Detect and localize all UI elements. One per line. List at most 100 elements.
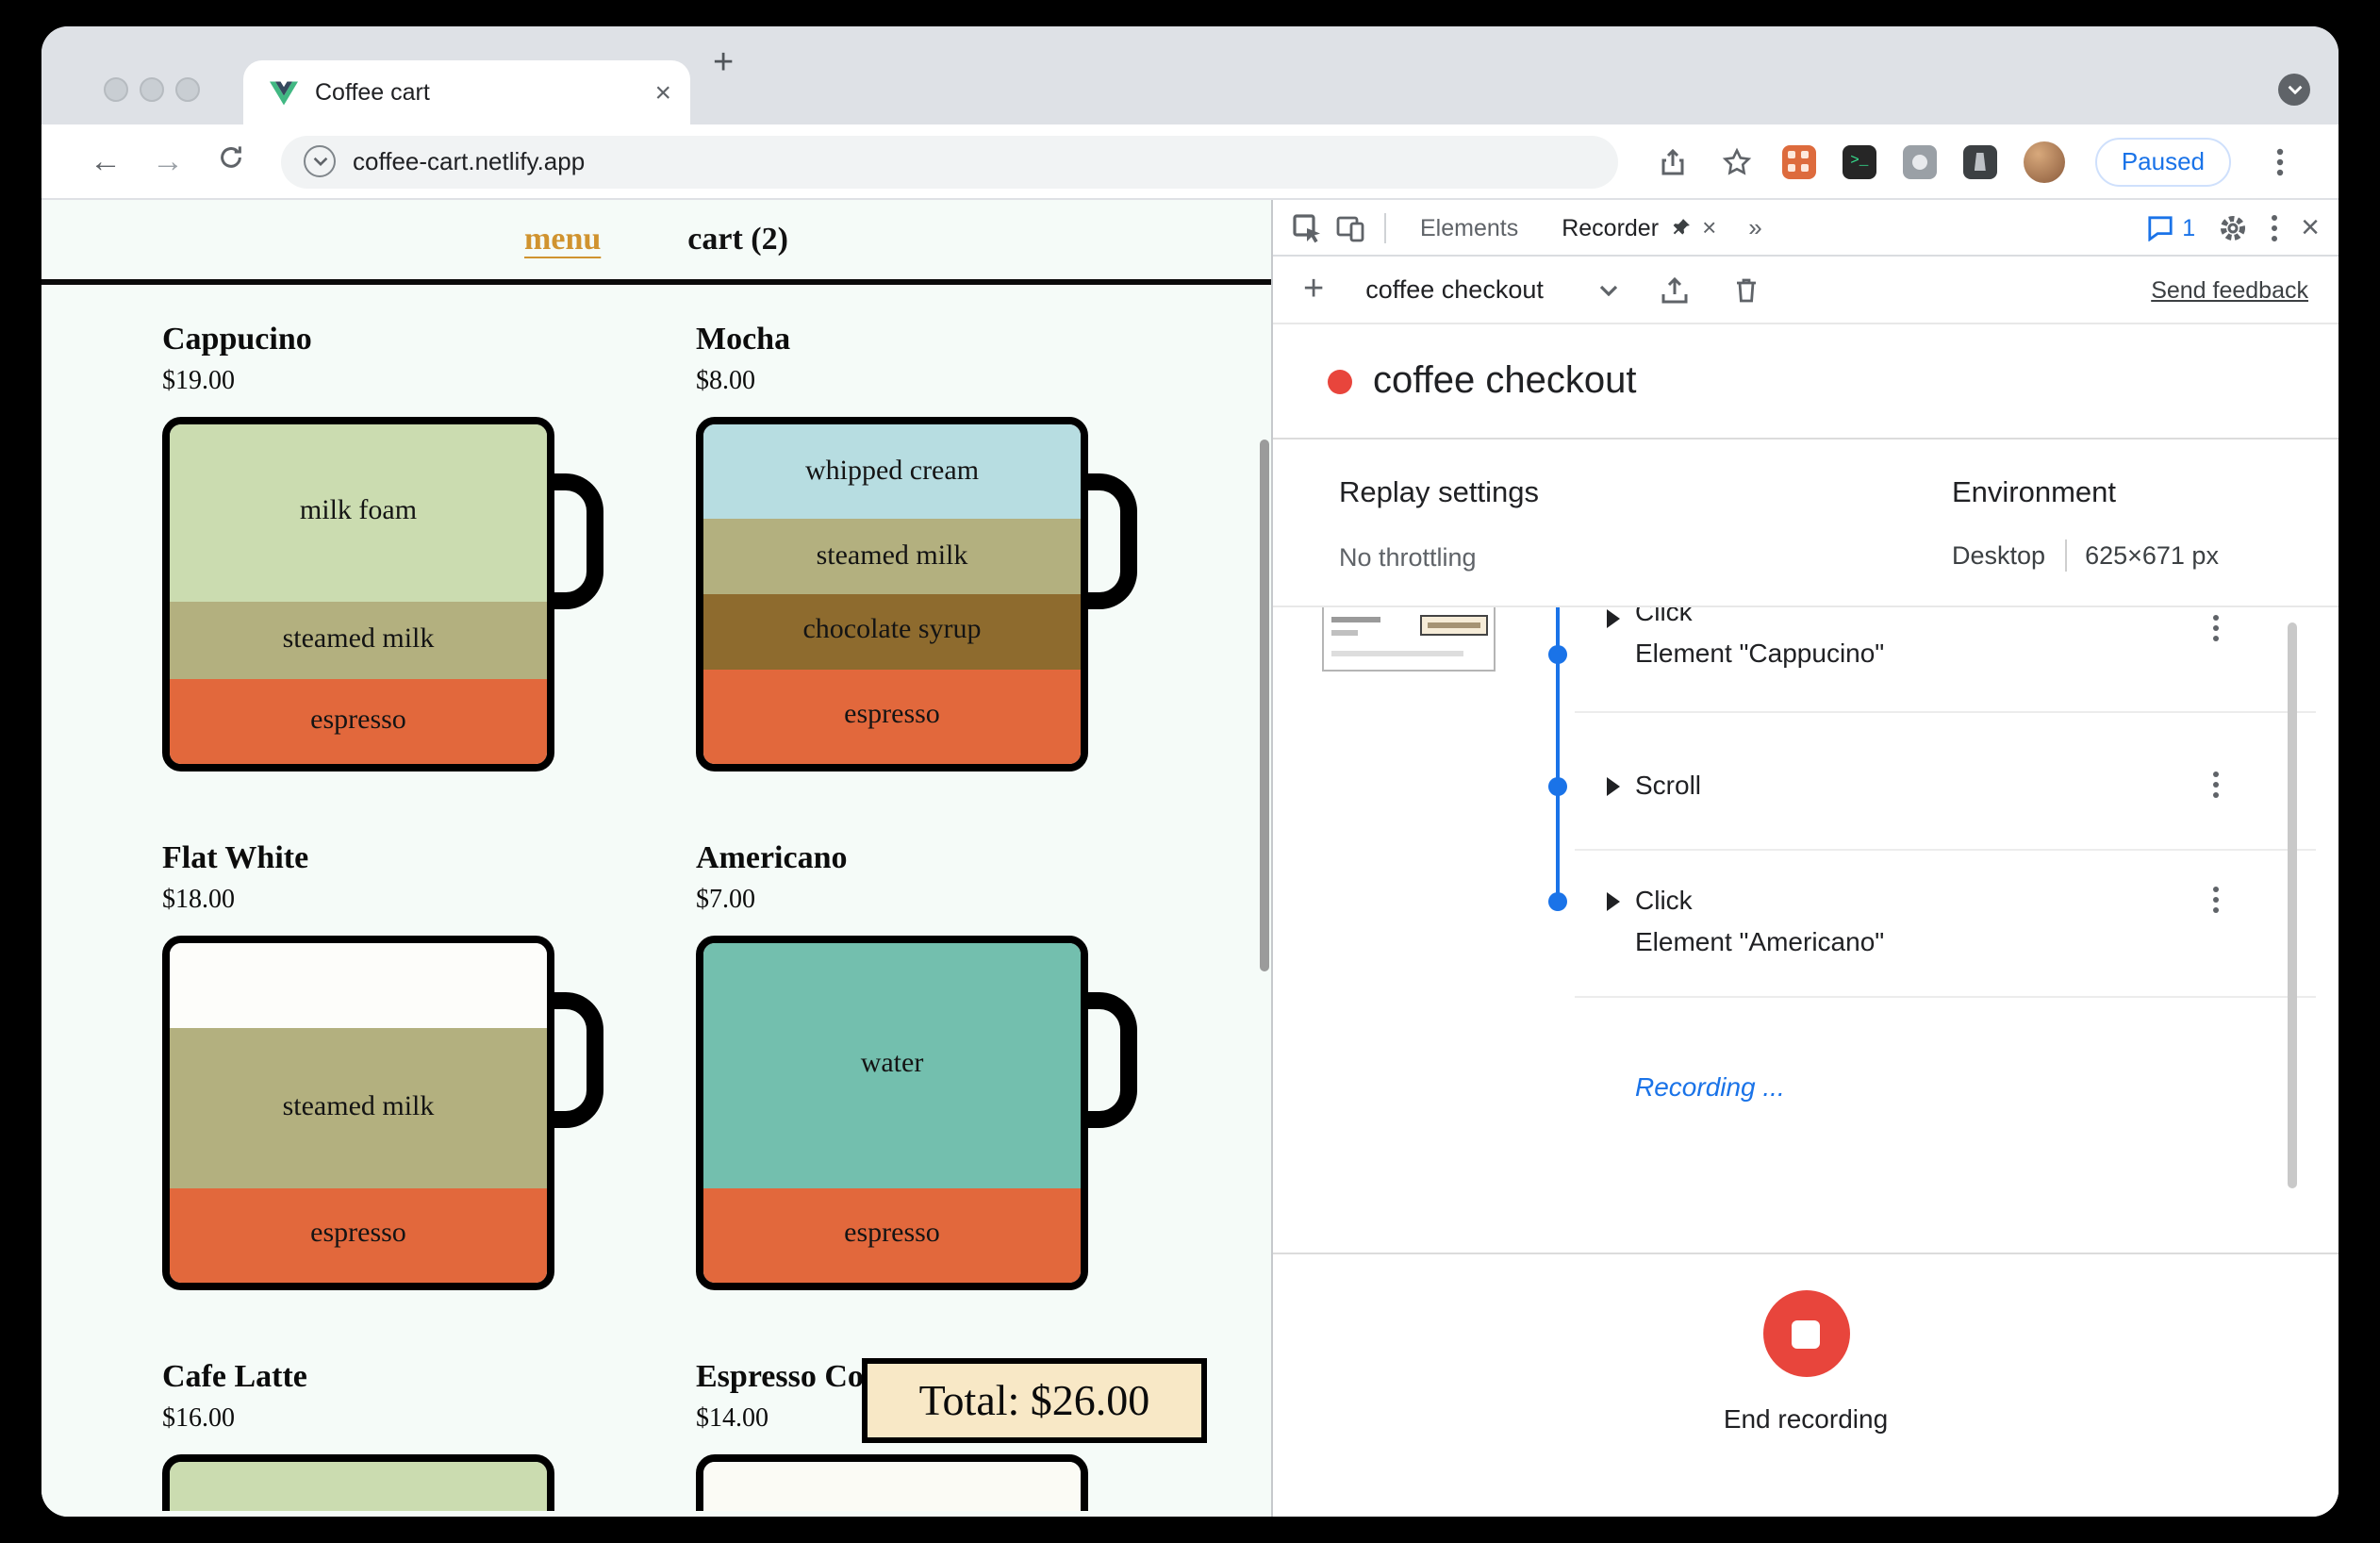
tab-close-icon[interactable]: × bbox=[654, 78, 671, 107]
environment-title[interactable]: Environment bbox=[1952, 477, 2116, 511]
recording-indicator-dot bbox=[1328, 369, 1352, 393]
cup-body bbox=[162, 1454, 554, 1511]
product-price: $8.00 bbox=[696, 368, 755, 396]
product-card-cappucino: Cappucino $19.00 milk foam steamed milk … bbox=[162, 317, 603, 836]
back-icon[interactable]: ← bbox=[83, 142, 128, 180]
send-feedback-link[interactable]: Send feedback bbox=[2151, 276, 2308, 303]
cup-layer: steamed milk bbox=[170, 1028, 547, 1188]
reload-icon[interactable] bbox=[207, 142, 253, 180]
cup-layer: chocolate syrup bbox=[703, 593, 1081, 670]
issues-counter[interactable]: 1 bbox=[2146, 214, 2195, 241]
product-price: $7.00 bbox=[696, 887, 755, 915]
product-card-flat-white: Flat White $18.00 steamed milk espresso bbox=[162, 836, 603, 1354]
step-expand-icon[interactable] bbox=[1607, 609, 1620, 628]
step-menu-icon[interactable] bbox=[2212, 885, 2242, 915]
bookmark-star-icon[interactable] bbox=[1716, 141, 1758, 182]
page-scroll-area: Cappucino $19.00 milk foam steamed milk … bbox=[41, 285, 1271, 1511]
forward-icon[interactable]: → bbox=[145, 142, 190, 180]
devtools-close-icon[interactable]: × bbox=[2301, 210, 2320, 242]
browser-window: Coffee cart × + ← → coffee-cart.netlify.… bbox=[41, 26, 2339, 1517]
cup-layer: espresso bbox=[703, 669, 1081, 764]
step-expand-icon[interactable] bbox=[1607, 892, 1620, 911]
paused-button[interactable]: Paused bbox=[2094, 137, 2231, 186]
divider bbox=[1384, 212, 1386, 242]
screen: Coffee cart × + ← → coffee-cart.netlify.… bbox=[0, 0, 2380, 1543]
step-timeline-dot bbox=[1548, 892, 1567, 911]
page-scrollbar[interactable] bbox=[1260, 440, 1269, 971]
step-action[interactable]: Click bbox=[1635, 607, 1693, 626]
window-minimize-button[interactable] bbox=[140, 77, 164, 102]
cup-layer: milk foam bbox=[170, 424, 547, 602]
product-name: Flat White bbox=[162, 839, 309, 875]
end-recording-button[interactable] bbox=[1762, 1290, 1849, 1377]
browser-menu-icon[interactable] bbox=[2259, 141, 2301, 182]
extension-icon-1[interactable] bbox=[1781, 144, 1816, 178]
cup-body: milk foam steamed milk espresso bbox=[162, 417, 554, 772]
replay-throttling-value: No throttling bbox=[1339, 543, 1477, 572]
site-info-icon[interactable] bbox=[304, 145, 336, 177]
inspect-element-icon[interactable] bbox=[1292, 212, 1322, 242]
window-zoom-button[interactable] bbox=[175, 77, 200, 102]
divider bbox=[2064, 539, 2067, 572]
address-bar[interactable]: coffee-cart.netlify.app bbox=[281, 135, 1618, 188]
issues-count: 1 bbox=[2182, 214, 2196, 241]
browser-tab-coffee-cart[interactable]: Coffee cart × bbox=[243, 60, 690, 124]
recording-select[interactable]: coffee checkout bbox=[1365, 275, 1619, 304]
product-name: Cappucino bbox=[162, 321, 312, 357]
divider bbox=[1575, 711, 2316, 713]
nav-link-menu[interactable]: menu bbox=[524, 221, 601, 258]
add-recording-icon[interactable]: + bbox=[1303, 269, 1324, 310]
delete-recording-icon[interactable] bbox=[1732, 274, 1762, 305]
close-recorder-tab-icon[interactable]: × bbox=[1702, 213, 1716, 241]
replay-settings-title[interactable]: Replay settings bbox=[1339, 477, 1539, 511]
step-expand-icon[interactable] bbox=[1607, 777, 1620, 796]
cart-total-button[interactable]: Total: $26.00 bbox=[862, 1358, 1207, 1443]
step-target[interactable]: Element "Cappucino" bbox=[1635, 638, 1884, 668]
url-text[interactable]: coffee-cart.netlify.app bbox=[353, 147, 585, 175]
step-menu-icon[interactable] bbox=[2212, 770, 2242, 800]
steps-scrollbar[interactable] bbox=[2288, 622, 2297, 1188]
devtools-menu-icon[interactable] bbox=[2271, 212, 2278, 242]
cup-layer: water bbox=[703, 943, 1081, 1188]
new-tab-button[interactable]: + bbox=[713, 43, 734, 85]
tab-recorder[interactable]: Recorder × bbox=[1546, 213, 1731, 241]
cup-mocha[interactable]: whipped cream steamed milk chocolate syr… bbox=[696, 417, 1137, 772]
recording-status-text: Recording ... bbox=[1635, 1071, 1785, 1102]
extension-icon-2[interactable]: >_ bbox=[1842, 144, 1876, 178]
product-card-cafe-latte: Cafe Latte $16.00 bbox=[162, 1354, 554, 1511]
cup-espresso-con-panna[interactable] bbox=[696, 1454, 1088, 1511]
step-action[interactable]: Scroll bbox=[1635, 770, 1701, 800]
cup-layer: steamed milk bbox=[170, 601, 547, 679]
cup-layer bbox=[170, 1462, 547, 1511]
step-menu-icon[interactable] bbox=[2212, 613, 2242, 643]
step-target[interactable]: Element "Americano" bbox=[1635, 926, 1884, 956]
cup-body: steamed milk espresso bbox=[162, 936, 554, 1290]
profile-chevron-icon[interactable] bbox=[2278, 74, 2310, 106]
device-toolbar-icon[interactable] bbox=[1335, 212, 1365, 242]
cup-body bbox=[696, 1454, 1088, 1511]
product-name: Mocha bbox=[696, 321, 791, 357]
page-nav: menu cart (2) bbox=[41, 200, 1271, 285]
recording-header: coffee checkout bbox=[1273, 324, 2339, 440]
more-tabs-icon[interactable]: » bbox=[1748, 213, 1761, 241]
pin-icon[interactable] bbox=[1670, 217, 1691, 238]
window-close-button[interactable] bbox=[104, 77, 128, 102]
extension-icon-4[interactable] bbox=[1962, 144, 1997, 178]
product-price: $19.00 bbox=[162, 368, 235, 396]
export-recording-icon[interactable] bbox=[1661, 274, 1691, 305]
cup-layer bbox=[170, 943, 547, 1028]
product-price: $18.00 bbox=[162, 887, 235, 915]
cup-flat-white[interactable]: steamed milk espresso bbox=[162, 936, 603, 1290]
step-action[interactable]: Click bbox=[1635, 885, 1693, 915]
profile-avatar[interactable] bbox=[2023, 141, 2065, 182]
cup-americano[interactable]: water espresso bbox=[696, 936, 1137, 1290]
extension-icon-3[interactable] bbox=[1902, 144, 1937, 178]
settings-gear-icon[interactable] bbox=[2218, 212, 2248, 242]
share-icon[interactable] bbox=[1652, 141, 1694, 182]
tab-elements[interactable]: Elements bbox=[1405, 214, 1533, 241]
product-card-mocha: Mocha $8.00 whipped cream steamed milk c… bbox=[696, 317, 1137, 836]
cup-cappucino[interactable]: milk foam steamed milk espresso bbox=[162, 417, 603, 772]
nav-link-cart[interactable]: cart (2) bbox=[687, 221, 788, 258]
cup-cafe-latte[interactable] bbox=[162, 1454, 554, 1511]
coffee-cart-page: menu cart (2) Cappucino $19.00 milk foam bbox=[41, 200, 1271, 1517]
